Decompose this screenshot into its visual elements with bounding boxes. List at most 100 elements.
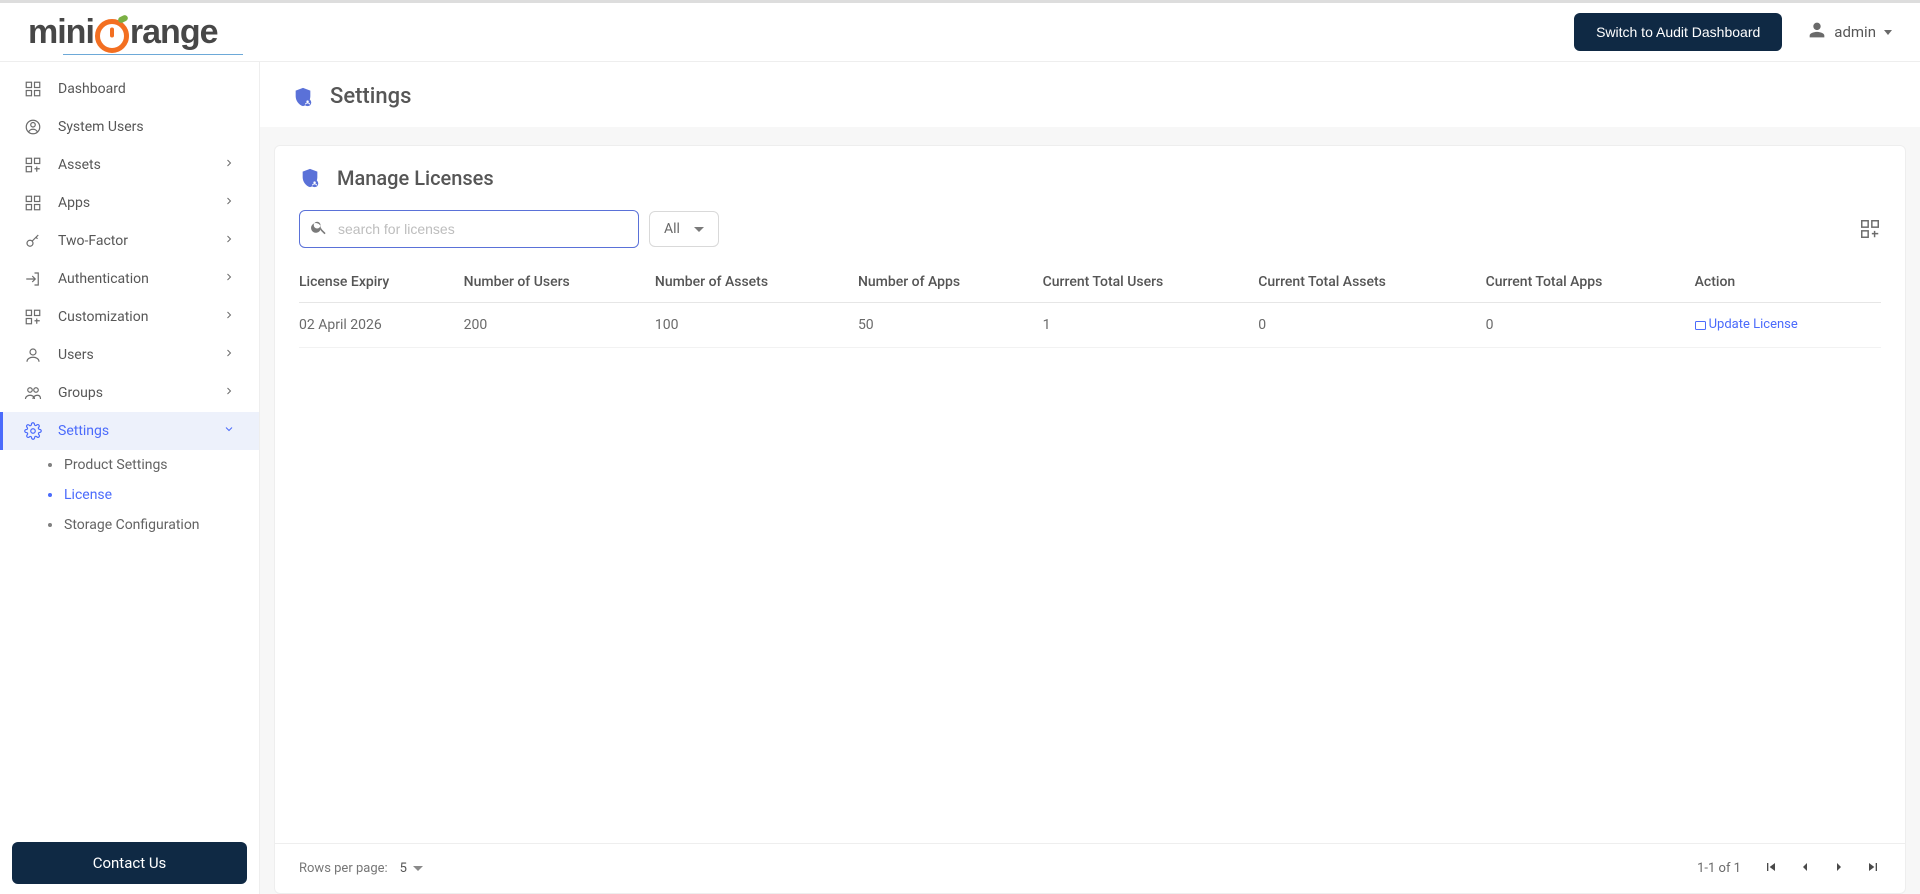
col-num-apps: Number of Apps [858,262,1043,303]
customize-icon [22,308,44,326]
sidebar-item-label: Users [58,347,223,363]
assets-icon [22,156,44,174]
sidebar-subitem-product-settings[interactable]: Product Settings [0,450,259,480]
sidebar-item-groups[interactable]: Groups [0,374,259,412]
sidebar-item-label: System Users [58,119,237,135]
chevron-right-icon [223,271,237,287]
grid-add-icon[interactable] [1859,218,1881,240]
sidebar: Dashboard System Users Assets Apps [0,62,260,894]
pagination-range: 1-1 of 1 [1697,861,1741,876]
shield-user-icon [299,167,321,189]
col-action: Action [1695,262,1881,303]
update-icon [1695,321,1706,330]
login-icon [22,270,44,288]
col-num-assets: Number of Assets [655,262,858,303]
rows-per-page-value: 5 [400,861,407,876]
sidebar-item-label: Settings [58,423,223,439]
sidebar-subitem-label: Product Settings [64,457,168,473]
next-page-button[interactable] [1831,859,1847,879]
cell-cur-assets: 0 [1258,303,1485,348]
main: Settings Manage Licenses [260,62,1920,894]
last-page-button[interactable] [1865,859,1881,879]
chevron-right-icon [223,385,237,401]
sidebar-item-label: Authentication [58,271,223,287]
sidebar-item-apps[interactable]: Apps [0,184,259,222]
chevron-right-icon [223,347,237,363]
chevron-right-icon [223,157,237,173]
sidebar-item-system-users[interactable]: System Users [0,108,259,146]
sidebar-item-label: Apps [58,195,223,211]
sidebar-item-authentication[interactable]: Authentication [0,260,259,298]
sidebar-subitem-label: Storage Configuration [64,517,200,533]
caret-down-icon [1884,30,1892,35]
sidebar-item-assets[interactable]: Assets [0,146,259,184]
sidebar-item-label: Dashboard [58,81,237,97]
gear-icon [22,422,44,440]
col-num-users: Number of Users [464,262,655,303]
cell-expiry: 02 April 2026 [299,303,464,348]
user-circle-icon [22,118,44,136]
filter-select[interactable]: All [649,211,719,247]
sidebar-item-label: Assets [58,157,223,173]
col-cur-users: Current Total Users [1043,262,1259,303]
user-menu[interactable]: admin [1806,19,1892,45]
sidebar-item-settings[interactable]: Settings [0,412,259,450]
bullet-icon [48,463,52,467]
key-icon [22,232,44,250]
cell-num-apps: 50 [858,303,1043,348]
groups-icon [22,384,44,402]
users-icon [22,346,44,364]
license-card: Manage Licenses All [274,145,1906,894]
toolbar: All [275,204,1905,262]
contact-us-button[interactable]: Contact Us [12,842,247,884]
col-cur-apps: Current Total Apps [1486,262,1695,303]
sidebar-item-label: Customization [58,309,223,325]
filter-value: All [664,221,680,237]
update-license-label: Update License [1709,317,1798,332]
update-license-link[interactable]: Update License [1695,317,1798,332]
prev-page-button[interactable] [1797,859,1813,879]
top-bar: minirange Switch to Audit Dashboard admi… [0,0,1920,62]
col-license-expiry: License Expiry [299,262,464,303]
search-input[interactable] [338,211,628,247]
caret-down-icon [413,866,423,871]
page-header: Settings [260,62,1920,127]
table-row: 02 April 2026 200 100 50 1 0 0 Update Li… [299,303,1881,348]
cell-num-users: 200 [464,303,655,348]
nav: Dashboard System Users Assets Apps [0,62,259,842]
rows-per-page-label: Rows per page: [299,861,388,876]
sidebar-subitem-license[interactable]: License [0,480,259,510]
sidebar-item-users[interactable]: Users [0,336,259,374]
pager-buttons [1763,859,1881,879]
cell-cur-apps: 0 [1486,303,1695,348]
logo[interactable]: minirange [28,13,218,52]
rows-per-page-select[interactable]: 5 [400,861,423,876]
person-icon [1806,19,1834,45]
chevron-right-icon [223,195,237,211]
sidebar-item-dashboard[interactable]: Dashboard [0,70,259,108]
table-header-row: License Expiry Number of Users Number of… [299,262,1881,303]
switch-dashboard-button[interactable]: Switch to Audit Dashboard [1574,13,1782,51]
cell-action: Update License [1695,303,1881,348]
pagination: Rows per page: 5 1-1 of 1 [275,843,1905,893]
sidebar-subitem-storage-configuration[interactable]: Storage Configuration [0,510,259,540]
chevron-right-icon [223,233,237,249]
search-wrap [299,210,639,248]
chevron-right-icon [223,309,237,325]
cell-cur-users: 1 [1043,303,1259,348]
sidebar-item-customization[interactable]: Customization [0,298,259,336]
page-title: Settings [330,84,411,109]
sidebar-item-label: Two-Factor [58,233,223,249]
cell-num-assets: 100 [655,303,858,348]
license-table: License Expiry Number of Users Number of… [299,262,1881,348]
card-title: Manage Licenses [337,166,494,190]
content-area: Manage Licenses All [260,127,1920,894]
caret-down-icon [694,227,704,232]
sidebar-item-label: Groups [58,385,223,401]
col-cur-assets: Current Total Assets [1258,262,1485,303]
dashboard-icon [22,80,44,98]
sidebar-item-two-factor[interactable]: Two-Factor [0,222,259,260]
bullet-icon [48,523,52,527]
card-header: Manage Licenses [275,146,1905,204]
first-page-button[interactable] [1763,859,1779,879]
